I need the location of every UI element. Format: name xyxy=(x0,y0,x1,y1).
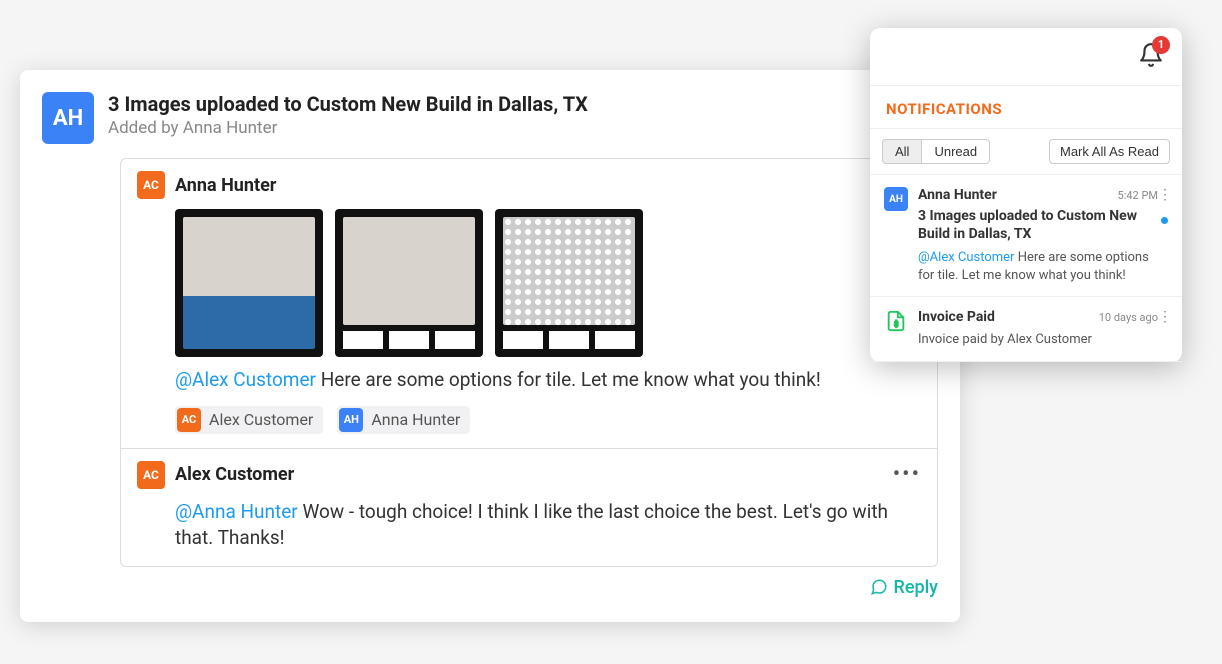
reply-row: Reply xyxy=(120,577,938,601)
uploaded-image-thumbnail[interactable] xyxy=(335,209,483,357)
tag-avatar: AC xyxy=(177,408,201,432)
comment-body: Here are some options for tile. Let me k… xyxy=(316,368,821,391)
reply-button[interactable]: Reply xyxy=(870,577,939,598)
tag-avatar: AH xyxy=(339,408,363,432)
feed-heading-block: 3 Images uploaded to Custom New Build in… xyxy=(108,92,588,144)
comment: AC Alex Customer ••• @Anna Hunter Wow - … xyxy=(120,449,938,567)
notifications-panel: 1 NOTIFICATIONS All Unread Mark All As R… xyxy=(870,28,1182,362)
mention-link[interactable]: @Anna Hunter xyxy=(175,500,298,523)
comment-author: Anna Hunter xyxy=(175,175,276,196)
feed-post-card: AH 3 Images uploaded to Custom New Build… xyxy=(20,70,960,622)
notifications-header-bar: 1 xyxy=(870,28,1182,86)
user-tag[interactable]: AC Alex Customer xyxy=(175,406,323,434)
mention-link[interactable]: @Alex Customer xyxy=(175,368,316,391)
notification-avatar: AH xyxy=(884,187,908,211)
comment-avatar: AC xyxy=(137,171,165,199)
comment-text: @Alex Customer Here are some options for… xyxy=(175,367,921,394)
mention-link[interactable]: @Alex Customer xyxy=(918,250,1014,265)
notification-count-badge: 1 xyxy=(1152,36,1170,54)
notification-item[interactable]: $ Invoice Paid Invoice paid by Alex Cust… xyxy=(870,297,1182,362)
notification-menu-icon[interactable]: ⋮ xyxy=(1158,187,1172,203)
comment-avatar: AC xyxy=(137,461,165,489)
comment-header: AC Alex Customer ••• xyxy=(137,461,921,489)
invoice-icon: $ xyxy=(884,309,908,333)
notifications-title: NOTIFICATIONS xyxy=(870,86,1182,129)
comment: AC Anna Hunter @Alex Customer Here are s… xyxy=(120,158,938,449)
reply-icon xyxy=(870,578,888,596)
comment-header: AC Anna Hunter xyxy=(137,171,921,199)
tag-label: Anna Hunter xyxy=(371,410,460,429)
reply-label: Reply xyxy=(894,577,939,598)
feed-title: 3 Images uploaded to Custom New Build in… xyxy=(108,92,588,116)
notification-time: 10 days ago xyxy=(1099,311,1158,324)
notification-menu-icon[interactable]: ⋮ xyxy=(1158,309,1172,325)
notification-heading: 3 Images uploaded to Custom New Build in… xyxy=(918,207,1168,243)
notification-body: Invoice paid by Alex Customer xyxy=(918,331,1168,349)
filter-all-button[interactable]: All xyxy=(882,139,922,164)
notification-item[interactable]: AH Anna Hunter 3 Images uploaded to Cust… xyxy=(870,175,1182,297)
notification-time: 5:42 PM xyxy=(1118,189,1158,202)
uploaded-image-thumbnail[interactable] xyxy=(495,209,643,357)
author-avatar: AH xyxy=(42,92,94,144)
feed-header: AH 3 Images uploaded to Custom New Build… xyxy=(42,92,938,144)
image-thumbnails xyxy=(175,209,921,357)
feed-subtitle: Added by Anna Hunter xyxy=(108,118,588,138)
tagged-users: AC Alex Customer AH Anna Hunter xyxy=(175,406,921,434)
filter-segment: All Unread xyxy=(882,139,990,164)
notifications-controls: All Unread Mark All As Read xyxy=(870,129,1182,175)
filter-unread-button[interactable]: Unread xyxy=(922,139,990,164)
more-options-icon[interactable]: ••• xyxy=(893,462,921,487)
uploaded-image-thumbnail[interactable] xyxy=(175,209,323,357)
comment-author: Alex Customer xyxy=(175,464,294,485)
unread-indicator-icon xyxy=(1161,217,1168,224)
user-tag[interactable]: AH Anna Hunter xyxy=(337,406,470,434)
bell-button[interactable]: 1 xyxy=(1138,42,1164,72)
comments-container: AC Anna Hunter @Alex Customer Here are s… xyxy=(120,158,938,600)
svg-text:$: $ xyxy=(894,320,898,329)
mark-all-read-button[interactable]: Mark All As Read xyxy=(1049,139,1170,164)
tag-label: Alex Customer xyxy=(209,410,313,429)
comment-text: @Anna Hunter Wow - tough choice! I think… xyxy=(175,499,921,552)
notification-body: @Alex Customer Here are some options for… xyxy=(918,249,1168,284)
